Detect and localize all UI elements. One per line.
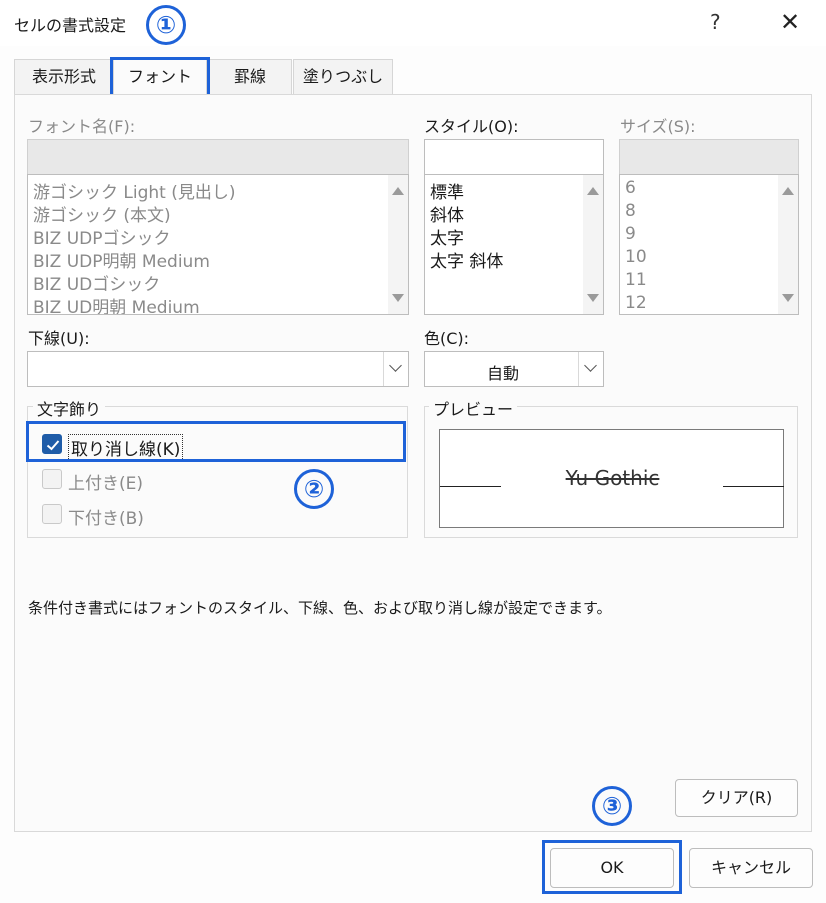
list-item[interactable]: 斜体 bbox=[430, 201, 464, 226]
annotation-3: ③ bbox=[592, 786, 632, 826]
font-name-list[interactable]: 游ゴシック Light (見出し) 游ゴシック (本文) BIZ UDPゴシック… bbox=[27, 174, 409, 315]
list-item[interactable]: 8 bbox=[625, 201, 636, 221]
tab-border[interactable]: 罫線 bbox=[208, 59, 292, 95]
subscript-label[interactable]: 下付き(B) bbox=[68, 504, 144, 529]
list-item[interactable]: BIZ UDP明朝 Medium bbox=[33, 247, 210, 272]
chevron-down-icon bbox=[389, 359, 402, 372]
superscript-checkbox[interactable] bbox=[42, 469, 62, 489]
list-item[interactable]: BIZ UD明朝 Medium bbox=[33, 293, 200, 314]
scrollbar[interactable] bbox=[778, 175, 798, 314]
list-item[interactable]: 9 bbox=[625, 224, 636, 244]
size-label: サイズ(S): bbox=[620, 117, 696, 136]
style-input[interactable] bbox=[424, 139, 604, 175]
list-item[interactable]: 10 bbox=[625, 247, 647, 267]
style-list[interactable]: 標準 斜体 太字 太字 斜体 bbox=[424, 174, 604, 315]
dropdown-button[interactable] bbox=[383, 352, 408, 386]
conditional-format-note: 条件付き書式にはフォントのスタイル、下線、色、および取り消し線が設定できます。 bbox=[28, 599, 612, 617]
scroll-up-icon[interactable] bbox=[782, 187, 794, 195]
font-name-label: フォント名(F): bbox=[28, 117, 136, 136]
dropdown-button[interactable] bbox=[578, 352, 603, 386]
style-label: スタイル(O): bbox=[424, 117, 519, 136]
color-label: 色(C): bbox=[424, 329, 470, 348]
ok-button-highlight bbox=[542, 840, 682, 894]
color-select[interactable]: 自動 bbox=[424, 351, 604, 387]
scrollbar[interactable] bbox=[583, 175, 603, 314]
close-button[interactable]: ✕ bbox=[780, 8, 800, 36]
tab-fill[interactable]: 塗りつぶし bbox=[293, 59, 393, 95]
underline-select[interactable] bbox=[27, 351, 409, 387]
scroll-down-icon[interactable] bbox=[782, 294, 794, 302]
list-item[interactable]: 游ゴシック (本文) bbox=[33, 201, 171, 226]
clear-button[interactable]: クリア(R) bbox=[675, 779, 798, 817]
scroll-down-icon[interactable] bbox=[587, 294, 599, 302]
list-item[interactable]: 太字 bbox=[430, 224, 464, 249]
scrollbar[interactable] bbox=[388, 175, 408, 314]
list-item[interactable]: 11 bbox=[625, 270, 647, 290]
underline-label: 下線(U): bbox=[28, 329, 90, 348]
list-item[interactable]: 太字 斜体 bbox=[430, 247, 503, 272]
list-item[interactable]: 標準 bbox=[430, 178, 464, 203]
list-item[interactable]: 游ゴシック Light (見出し) bbox=[33, 178, 236, 203]
superscript-label[interactable]: 上付き(E) bbox=[68, 469, 143, 494]
list-item[interactable]: BIZ UDPゴシック bbox=[33, 224, 171, 249]
chevron-down-icon bbox=[584, 359, 597, 372]
font-name-input[interactable] bbox=[27, 139, 409, 175]
list-item[interactable]: 12 bbox=[625, 293, 647, 313]
annotation-2: ② bbox=[294, 469, 334, 509]
size-list[interactable]: 6 8 9 10 11 12 bbox=[619, 174, 799, 315]
list-item[interactable]: BIZ UDゴシック bbox=[33, 270, 160, 295]
preview-group-title: プレビュー bbox=[429, 396, 518, 420]
dialog-title: セルの書式設定 bbox=[14, 16, 127, 35]
tab-font-highlight bbox=[110, 57, 210, 97]
help-button[interactable]: ? bbox=[710, 10, 721, 34]
list-item[interactable]: 6 bbox=[625, 178, 636, 198]
scroll-up-icon[interactable] bbox=[392, 187, 404, 195]
cancel-button[interactable]: キャンセル bbox=[689, 848, 813, 888]
scroll-down-icon[interactable] bbox=[392, 294, 404, 302]
effects-group-title: 文字飾り bbox=[33, 396, 106, 420]
color-value: 自動 bbox=[486, 364, 519, 383]
size-input[interactable] bbox=[619, 139, 799, 175]
strikethrough-highlight bbox=[26, 421, 406, 462]
annotation-1: ① bbox=[146, 5, 186, 45]
scroll-up-icon[interactable] bbox=[587, 187, 599, 195]
preview-sample: Yu Gothic bbox=[565, 466, 660, 490]
tab-number-format[interactable]: 表示形式 bbox=[14, 59, 114, 95]
subscript-checkbox[interactable] bbox=[42, 504, 62, 524]
preview-box: Yu Gothic bbox=[439, 429, 784, 528]
